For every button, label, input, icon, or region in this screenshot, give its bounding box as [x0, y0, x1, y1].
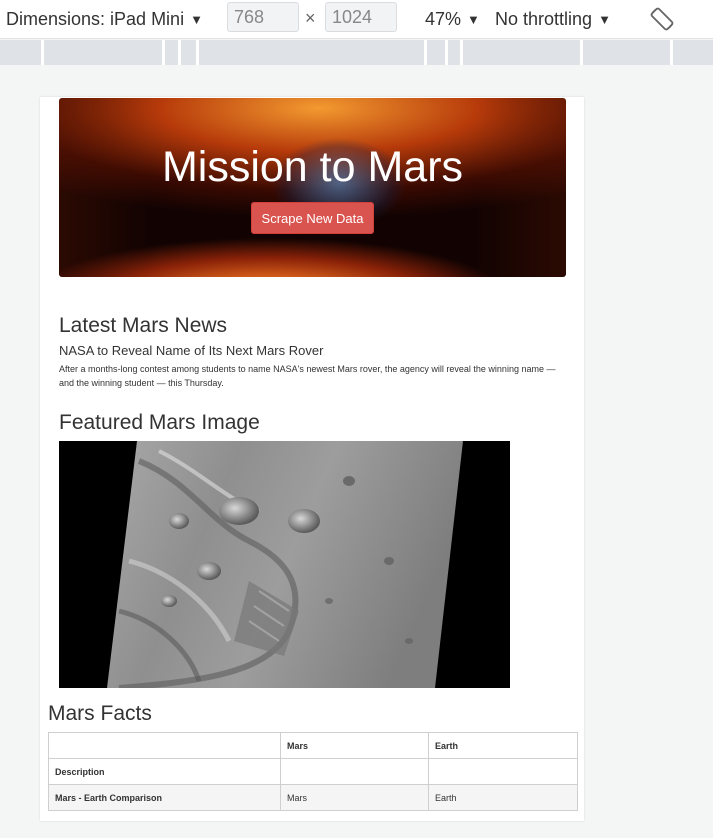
page-title: Mission to Mars	[161, 143, 464, 191]
featured-heading: Featured Mars Image	[59, 411, 260, 434]
zoom-dropdown[interactable]: 47% ▼	[425, 0, 480, 38]
column-header: Earth	[428, 732, 578, 759]
times-label: ×	[305, 8, 316, 28]
mars-surface-image	[107, 441, 463, 688]
row-header: Description	[48, 758, 281, 785]
table-row: Mars - Earth Comparison Mars Earth	[48, 784, 578, 811]
news-body: After a months-long contest among studen…	[59, 364, 556, 388]
table-cell: Mars	[280, 784, 429, 811]
featured-image[interactable]	[59, 441, 510, 688]
scrape-button[interactable]: Scrape New Data	[251, 202, 374, 234]
table-header-row: Mars Earth	[48, 732, 578, 759]
table-cell	[428, 758, 578, 785]
column-header	[48, 732, 281, 759]
chevron-down-icon: ▼	[598, 11, 611, 27]
column-header: Mars	[280, 732, 429, 759]
row-header: Mars - Earth Comparison	[48, 784, 281, 811]
height-input[interactable]	[325, 2, 397, 32]
dimensions-dropdown[interactable]: Dimensions: iPad Mini ▼	[6, 0, 203, 38]
throttling-label: No throttling	[495, 8, 593, 29]
rotate-icon[interactable]	[648, 5, 676, 33]
table-cell: Earth	[428, 784, 578, 811]
table-row: Description	[48, 758, 578, 785]
width-input[interactable]	[227, 2, 299, 32]
facts-heading: Mars Facts	[48, 702, 152, 725]
device-viewport: Mission to Mars Scrape New Data Latest M…	[40, 97, 584, 821]
jumbotron: Mission to Mars Scrape New Data	[59, 98, 566, 277]
dimensions-label: Dimensions: iPad Mini	[6, 8, 185, 29]
device-toolbar: Dimensions: iPad Mini ▼ × 47% ▼ No throt…	[0, 0, 713, 39]
news-title: NASA to Reveal Name of Its Next Mars Rov…	[59, 343, 324, 358]
chevron-down-icon: ▼	[467, 11, 480, 27]
chevron-down-icon: ▼	[190, 11, 203, 27]
news-heading: Latest Mars News	[59, 314, 228, 337]
throttling-dropdown[interactable]: No throttling ▼	[495, 0, 611, 38]
media-query-bar[interactable]	[0, 40, 713, 65]
table-cell	[280, 758, 429, 785]
zoom-label: 47%	[425, 8, 462, 29]
facts-table: Mars Earth Description Mars - Earth Comp…	[48, 732, 578, 811]
